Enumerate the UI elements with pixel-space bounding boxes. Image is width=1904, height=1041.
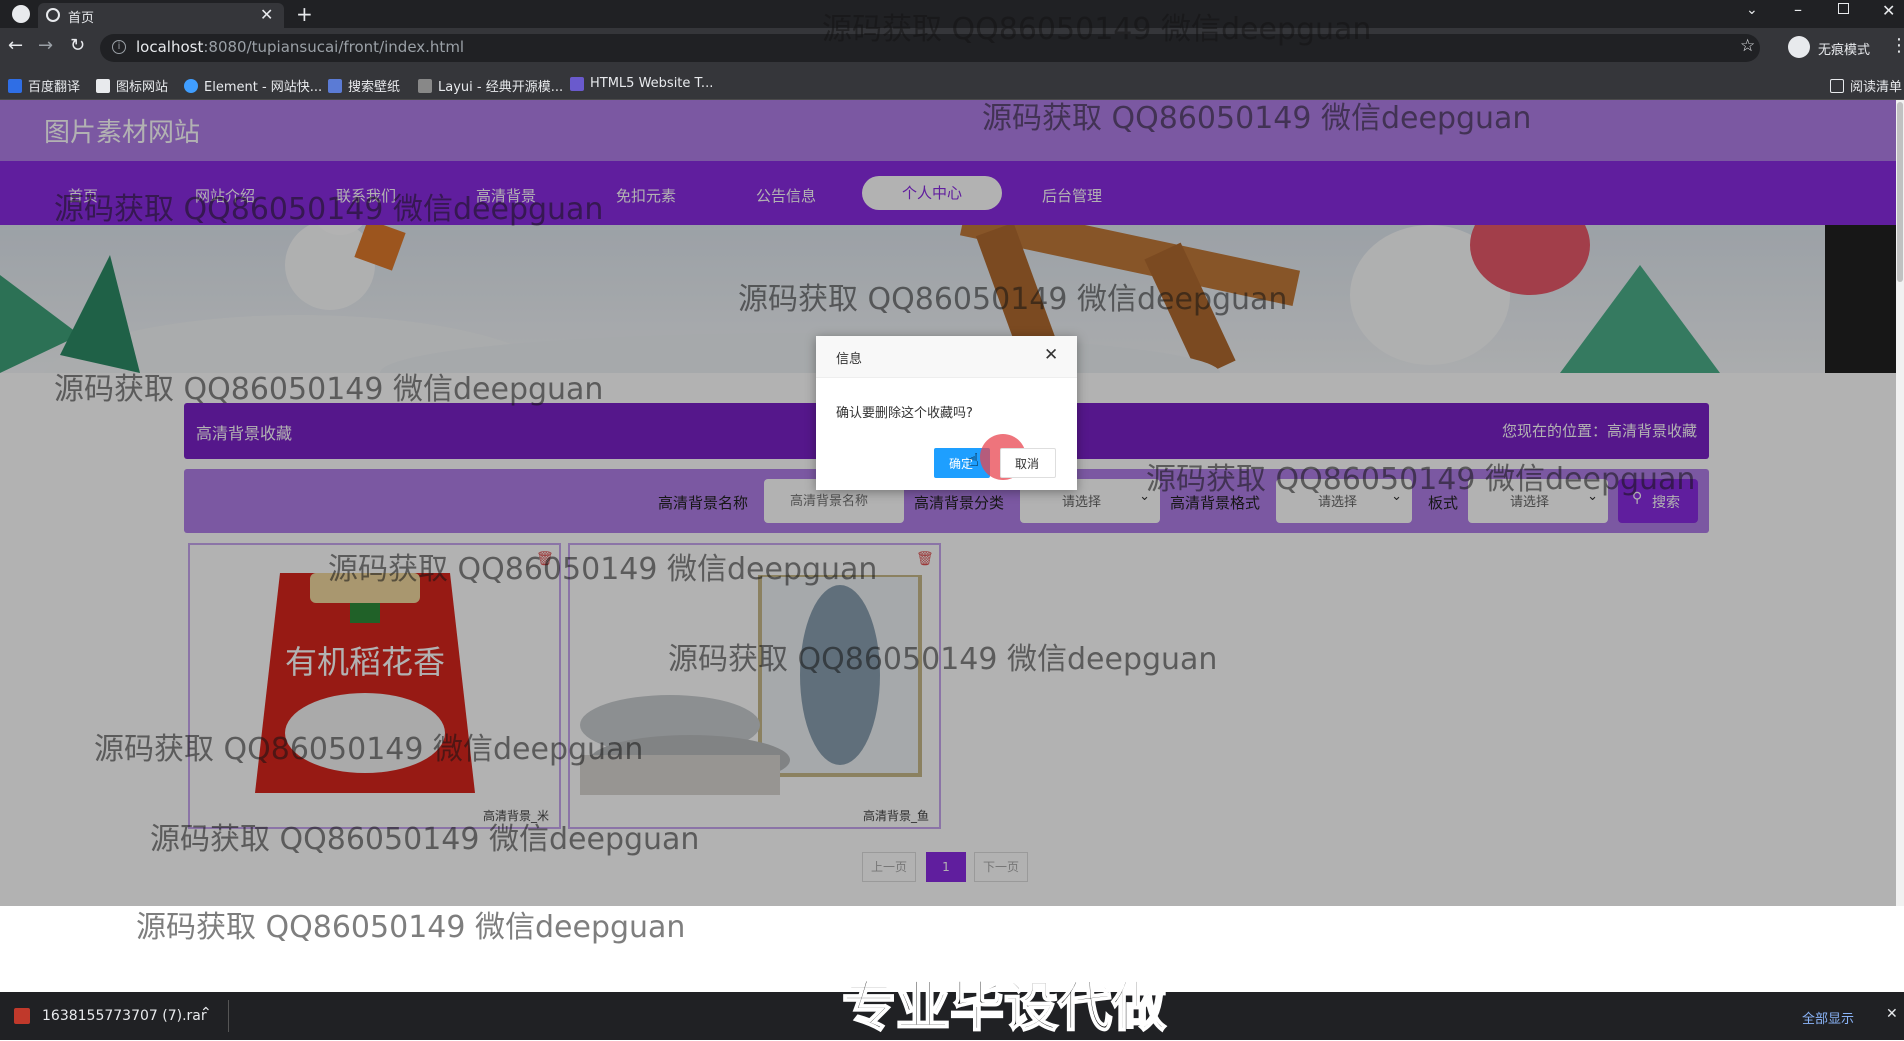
url-field[interactable]: i localhost:8080/tupiansucai/front/index…: [100, 34, 1760, 62]
dialog-header: 信息 ✕: [816, 336, 1077, 378]
url-text: localhost:8080/tupiansucai/front/index.h…: [136, 38, 464, 56]
confirm-dialog: 信息 ✕ 确认要删除这个收藏吗? 确定 ☝ 取消: [816, 336, 1077, 490]
flag-icon: [96, 78, 110, 93]
browser-tab[interactable]: 首页 ✕: [38, 3, 284, 28]
bookmark-star-icon[interactable]: ☆: [1740, 36, 1755, 56]
chevron-up-icon[interactable]: ⌃: [200, 1005, 212, 1021]
tab-title: 首页: [68, 11, 95, 26]
watermark: 源码获取 QQ86050149 微信deepguan: [136, 910, 686, 945]
bookmark-item[interactable]: 百度翻译: [8, 76, 80, 95]
cancel-button[interactable]: 取消: [1000, 448, 1056, 478]
url-host: localhost: [136, 38, 204, 56]
wallpaper-icon: [328, 78, 342, 93]
bookmark-label: 搜索壁纸: [348, 80, 401, 95]
reading-list-label: 阅读清单: [1850, 80, 1903, 95]
address-bar: ← → ↻ i localhost:8080/tupiansucai/front…: [0, 28, 1904, 68]
bookmark-item[interactable]: 图标网站: [96, 76, 168, 95]
scrollbar-thumb[interactable]: [1897, 102, 1903, 282]
bookmark-label: Element - 网站快...: [204, 80, 323, 95]
restore-icon[interactable]: [1838, 3, 1849, 14]
download-divider: [228, 1000, 229, 1032]
close-download-bar-icon[interactable]: ✕: [1886, 1006, 1898, 1022]
bookmark-label: 图标网站: [116, 80, 169, 95]
element-icon: [184, 78, 198, 93]
bookmark-item[interactable]: HTML5 Website T...: [570, 76, 713, 91]
dialog-message: 确认要删除这个收藏吗?: [836, 406, 973, 421]
browser-tab-bar: 首页 ✕ + ⌄ – ✕: [0, 0, 1904, 28]
bookmark-item[interactable]: Layui - 经典开源模...: [418, 76, 563, 95]
rar-file-icon: [14, 1008, 30, 1024]
back-icon[interactable]: ←: [8, 35, 23, 56]
more-menu-icon[interactable]: ⋮: [1890, 35, 1904, 56]
hand-cursor-icon: ☝: [968, 450, 979, 471]
tab-close-icon[interactable]: ✕: [260, 5, 273, 24]
reading-list[interactable]: 阅读清单: [1830, 76, 1902, 95]
browser-menu-icon[interactable]: [12, 5, 30, 23]
modal-overlay: [0, 100, 1904, 906]
bookmark-label: HTML5 Website T...: [590, 76, 714, 91]
video-caption-overlay: 专业毕设代做: [841, 974, 1167, 1039]
html5-icon: [570, 76, 584, 91]
reading-list-icon: [1830, 78, 1844, 93]
minimize-icon[interactable]: –: [1794, 0, 1802, 19]
bookmark-item[interactable]: Element - 网站快...: [184, 76, 322, 95]
bookmark-label: Layui - 经典开源模...: [438, 80, 564, 95]
forward-icon[interactable]: →: [38, 35, 53, 56]
url-path: :8080/tupiansucai/front/index.html: [203, 38, 465, 56]
cancel-button-label: 取消: [1015, 457, 1040, 471]
tab-search-icon[interactable]: ⌄: [1746, 2, 1758, 18]
close-window-icon[interactable]: ✕: [1882, 1, 1895, 20]
dialog-title: 信息: [836, 352, 863, 367]
bookmark-item[interactable]: 搜索壁纸: [328, 76, 400, 95]
incognito-icon[interactable]: [1788, 36, 1810, 58]
close-icon[interactable]: ✕: [1044, 345, 1058, 365]
show-all-button[interactable]: 全部显示: [1802, 1008, 1854, 1027]
page-viewport: 图片素材网站 首页 网站介绍 联系我们 高清背景 免扣元素 公告信息 个人中心 …: [0, 100, 1904, 906]
translate-icon: [8, 78, 22, 93]
reload-icon[interactable]: ↻: [70, 35, 85, 56]
info-icon: i: [112, 40, 126, 54]
incognito-label: 无痕模式: [1818, 43, 1871, 58]
layui-icon: [418, 78, 432, 93]
globe-icon: [46, 8, 60, 22]
download-filename[interactable]: 1638155773707 (7).rar: [42, 1008, 207, 1024]
new-tab-icon[interactable]: +: [296, 2, 313, 26]
bookmarks-bar: 百度翻译 图标网站 Element - 网站快... 搜索壁纸 Layui - …: [0, 68, 1904, 100]
bookmark-label: 百度翻译: [28, 80, 81, 95]
